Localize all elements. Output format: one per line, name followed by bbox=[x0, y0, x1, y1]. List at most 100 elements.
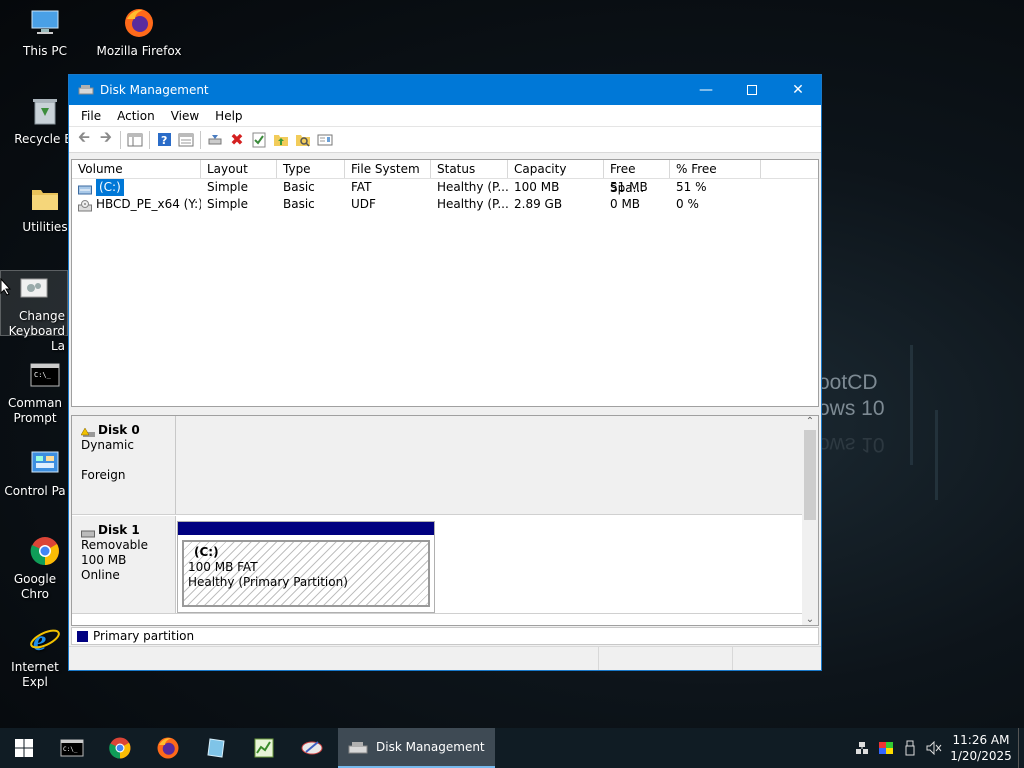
column-header-capacity[interactable]: Capacity bbox=[508, 160, 604, 178]
toolbar-separator bbox=[200, 130, 201, 149]
scroll-down-arrow-icon[interactable]: ⌄ bbox=[802, 614, 818, 625]
taskbar-notepad[interactable] bbox=[192, 728, 240, 768]
column-header-type[interactable]: Type bbox=[277, 160, 345, 178]
volume-cell: HBCD_PE_x64 (Y:) bbox=[72, 196, 201, 213]
scroll-up-arrow-icon[interactable]: ⌃ bbox=[802, 416, 818, 427]
column-header-volume[interactable]: Volume bbox=[72, 160, 201, 178]
back-button[interactable]: 🡰 bbox=[73, 128, 95, 151]
desktop-icon-label: Change Keyboard La bbox=[8, 309, 65, 353]
status-pane bbox=[599, 647, 733, 670]
properties-view-icon bbox=[178, 133, 194, 146]
taskbar-disk-management[interactable]: Disk Management bbox=[338, 728, 495, 768]
forward-button[interactable]: 🡲 bbox=[95, 128, 117, 151]
settings-panel-button[interactable] bbox=[314, 129, 336, 151]
chrome-icon bbox=[109, 737, 131, 759]
search-folder-button[interactable] bbox=[292, 129, 314, 151]
recycle-bin-icon bbox=[28, 94, 62, 128]
toolbar: 🡰 🡲 ? ✖ bbox=[69, 127, 821, 153]
disk-0-status: Foreign bbox=[81, 468, 126, 482]
menu-help[interactable]: Help bbox=[207, 109, 250, 123]
clock[interactable]: 11:26 AM 1/20/2025 bbox=[946, 732, 1016, 764]
disk-info-0[interactable]: Disk 0 Dynamic Foreign bbox=[72, 416, 176, 514]
disk-1-status: Online bbox=[81, 568, 120, 582]
start-button[interactable] bbox=[0, 728, 48, 768]
volume-icon bbox=[78, 183, 92, 194]
command-prompt-icon: C:\_ bbox=[60, 739, 84, 757]
column-header-free-space[interactable]: Free Spa... bbox=[604, 160, 670, 195]
network-icon[interactable] bbox=[850, 728, 874, 768]
taskbar-command-prompt[interactable]: C:\_ bbox=[48, 728, 96, 768]
layout-cell: Simple bbox=[207, 180, 248, 194]
legend-label: Primary partition bbox=[93, 629, 195, 643]
disk-1-size: 100 MB bbox=[81, 553, 127, 567]
volume-cell: (C:) bbox=[72, 179, 201, 196]
partition-c[interactable]: (C:) 100 MB FAT Healthy (Primary Partiti… bbox=[177, 521, 435, 613]
column-header-percent-free[interactable]: % Free bbox=[670, 160, 761, 178]
disk-management-icon bbox=[348, 742, 368, 754]
disk-row-0[interactable]: Disk 0 Dynamic Foreign bbox=[72, 416, 804, 515]
partition-body: (C:) 100 MB FAT Healthy (Primary Partiti… bbox=[182, 540, 430, 607]
desktop-icon-this-pc[interactable]: This PC bbox=[0, 6, 90, 59]
svg-text:C:\_: C:\_ bbox=[63, 746, 78, 753]
volume-muted-icon[interactable] bbox=[922, 728, 946, 768]
graph-scrollbar[interactable]: ⌃ ⌄ bbox=[802, 416, 818, 625]
pane-splitter[interactable] bbox=[71, 408, 819, 415]
free-space-cell: 0 MB bbox=[610, 197, 641, 211]
file-system-cell: UDF bbox=[351, 197, 376, 211]
menu-view[interactable]: View bbox=[163, 109, 207, 123]
volume-list-header: Volume Layout Type File System Status Ca… bbox=[72, 160, 818, 195]
desktop-icon-label: Mozilla Firefox bbox=[96, 44, 182, 58]
network-glyph bbox=[856, 742, 868, 754]
display-color-icon[interactable] bbox=[874, 728, 898, 768]
table-row[interactable]: HBCD_PE_x64 (Y:) Simple Basic UDF Health… bbox=[72, 196, 818, 213]
properties-view-button[interactable] bbox=[175, 129, 197, 151]
volume-list[interactable]: Volume Layout Type File System Status Ca… bbox=[71, 159, 819, 407]
column-header-file-system[interactable]: File System bbox=[345, 160, 431, 178]
taskbar-tool[interactable] bbox=[288, 728, 336, 768]
delete-x-icon: ✖ bbox=[230, 130, 244, 149]
scrollbar-thumb[interactable] bbox=[804, 430, 816, 520]
type-cell: Basic bbox=[283, 197, 315, 211]
menu-action[interactable]: Action bbox=[109, 109, 163, 123]
show-desktop-button[interactable] bbox=[1018, 728, 1024, 768]
partition-bar bbox=[178, 522, 434, 535]
help-button[interactable]: ? bbox=[153, 129, 175, 151]
desktop-icon-firefox[interactable]: Mozilla Firefox bbox=[94, 6, 184, 59]
capacity-cell: 100 MB bbox=[514, 180, 560, 194]
taskbar-firefox[interactable] bbox=[144, 728, 192, 768]
usb-icon[interactable] bbox=[898, 728, 922, 768]
capacity-cell: 2.89 GB bbox=[514, 197, 563, 211]
close-button[interactable]: ✕ bbox=[775, 75, 821, 105]
mouse-cursor-icon bbox=[0, 277, 12, 299]
disk-info-1[interactable]: Disk 1 Removable 100 MB Online bbox=[72, 516, 176, 613]
up-folder-button[interactable] bbox=[270, 129, 292, 151]
maximize-button[interactable] bbox=[729, 75, 775, 105]
table-row[interactable]: (C:) Simple Basic FAT Healthy (P... 100 … bbox=[72, 179, 818, 196]
minimize-button[interactable]: — bbox=[683, 75, 729, 105]
check-button[interactable] bbox=[248, 129, 270, 151]
desktop-icon-label: Control Pa bbox=[4, 484, 66, 498]
chart-document-icon bbox=[254, 738, 274, 758]
disk-graphical-view[interactable]: Disk 0 Dynamic Foreign Disk 1 Removable … bbox=[71, 415, 819, 626]
menu-file[interactable]: File bbox=[73, 109, 109, 123]
folder-search-icon bbox=[296, 135, 310, 147]
column-header-layout[interactable]: Layout bbox=[201, 160, 277, 178]
status-pane bbox=[733, 647, 819, 670]
disk-row-1[interactable]: Disk 1 Removable 100 MB Online (C:) 100 … bbox=[72, 516, 804, 614]
command-prompt-icon: C:\_ bbox=[28, 358, 62, 392]
column-header-status[interactable]: Status bbox=[431, 160, 508, 178]
color-glyph bbox=[879, 742, 893, 754]
disk-1-name: Disk 1 bbox=[98, 523, 140, 537]
title-bar[interactable]: Disk Management — ✕ bbox=[69, 75, 821, 105]
status-pane bbox=[69, 647, 599, 670]
partition-size: 100 MB FAT bbox=[188, 560, 258, 574]
taskbar-task-manager[interactable] bbox=[240, 728, 288, 768]
connect-disk-button[interactable] bbox=[204, 129, 226, 151]
folder-icon bbox=[28, 182, 62, 216]
speaker-mute-glyph bbox=[926, 741, 942, 755]
show-hide-console-tree-button[interactable] bbox=[124, 129, 146, 151]
notepad-icon bbox=[207, 738, 225, 758]
taskbar-chrome[interactable] bbox=[96, 728, 144, 768]
svg-text:?: ? bbox=[161, 134, 167, 147]
delete-button[interactable]: ✖ bbox=[226, 129, 248, 151]
